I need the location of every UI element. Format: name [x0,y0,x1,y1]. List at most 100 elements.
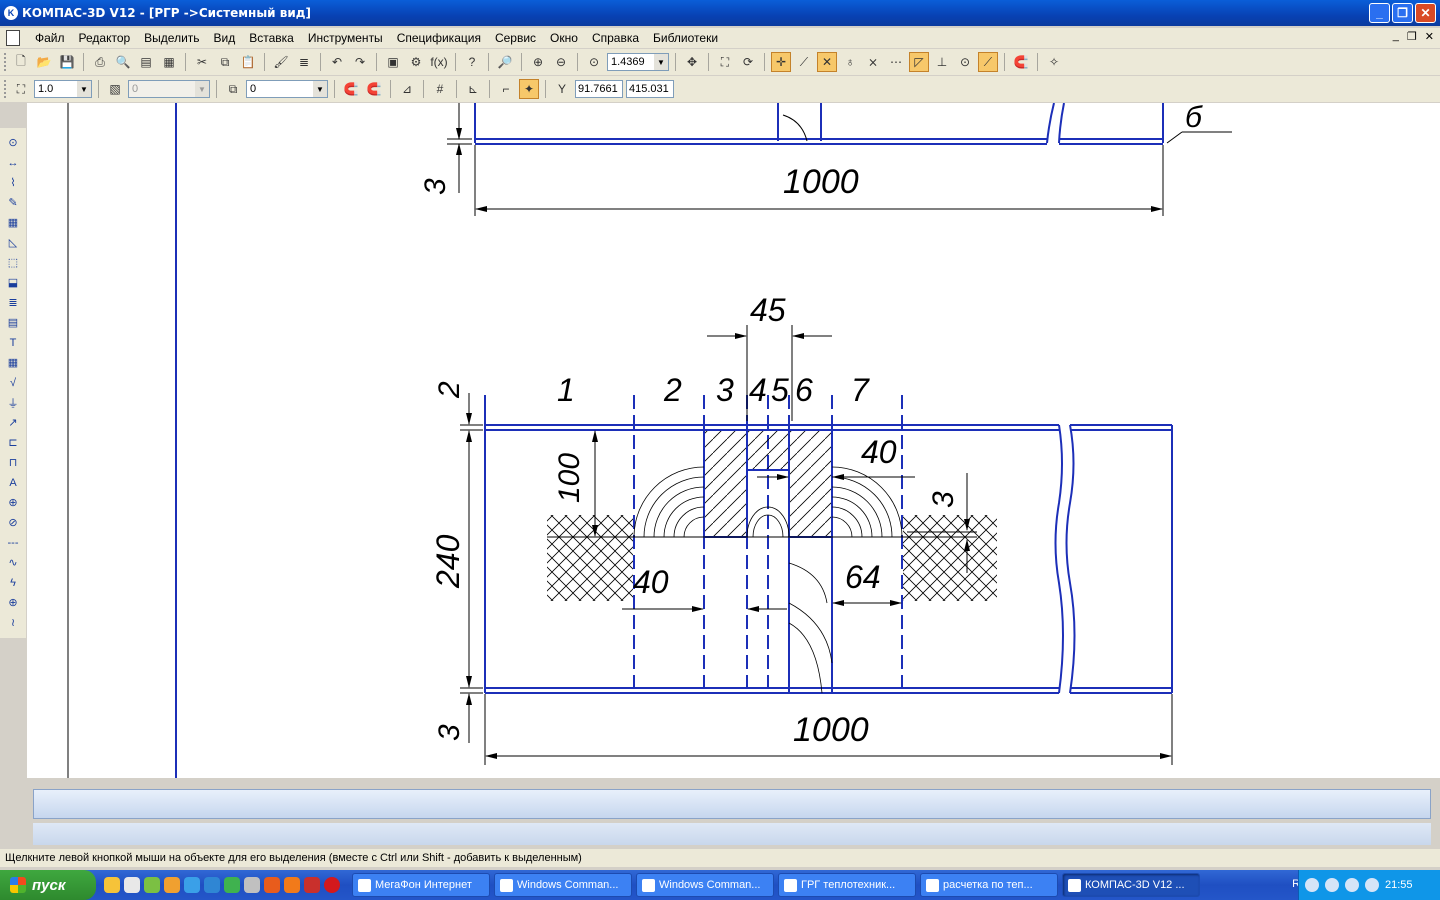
new-file-icon[interactable]: 🗋 [11,52,31,72]
magnet-icon[interactable]: 🧲 [1011,52,1031,72]
format-brush-icon[interactable]: 🖌 [271,52,291,72]
print-preview-icon[interactable]: 🔍 [113,52,133,72]
designations-icon[interactable]: ⌇ [4,174,22,191]
paste-icon[interactable]: 📋 [238,52,258,72]
task-word-doc-2[interactable]: расчетка по теп... [920,873,1058,897]
associative-views-icon[interactable]: ⬓ [4,274,22,291]
selection-icon[interactable]: ⬚ [4,254,22,271]
snap-alignment-icon[interactable]: ⊥ [932,52,952,72]
undo-icon[interactable]: ↶ [327,52,347,72]
browser-icon[interactable] [204,877,220,893]
chevron-down-icon[interactable]: ▼ [313,81,327,97]
dimensions-icon[interactable]: ↔ [4,154,22,171]
avast-icon[interactable] [104,877,120,893]
crosshair-icon[interactable]: ⊕ [4,594,22,611]
cut-icon[interactable]: ✂ [192,52,212,72]
snap-nearest-point-icon[interactable]: ✛ [771,52,791,72]
export-icon[interactable]: ▦ [159,52,179,72]
measurements-icon[interactable]: ◺ [4,234,22,251]
chevron-down-icon[interactable]: ▼ [654,54,668,70]
zoom-in-icon[interactable]: ⊕ [528,52,548,72]
close-button[interactable]: ✕ [1415,3,1436,23]
document-icon[interactable] [6,30,20,46]
save-icon[interactable]: 💾 [57,52,77,72]
network-icon[interactable] [1325,878,1339,892]
task-word-doc-1[interactable]: ГРГ теплотехник... [778,873,916,897]
start-button[interactable]: пуск [0,870,96,900]
floppy-icon[interactable] [304,877,320,893]
drawing[interactable]: б 3 1000 45 1 2 3 4 5 6 7 2 240 100 40 3… [27,103,1440,778]
print-icon[interactable]: ⎙ [90,52,110,72]
task-windows-commander-2[interactable]: Windows Comman... [636,873,774,897]
position-icon[interactable]: ⊏ [4,434,22,451]
ortho-icon[interactable]: ⊿ [397,79,417,99]
restore-button[interactable]: ❐ [1392,3,1413,23]
scale-combo[interactable]: 1.0 ▼ [34,80,92,98]
firefox-icon[interactable] [264,877,280,893]
layers-icon[interactable]: ⧉ [223,79,243,99]
layer-combo[interactable]: 0 ▼ [246,80,328,98]
section-icon[interactable]: ⊓ [4,454,22,471]
opera-icon[interactable] [324,877,340,893]
table-icon[interactable]: ▦ [4,354,22,371]
snap-center-icon[interactable]: ⊙ [955,52,975,72]
refresh-icon[interactable]: ⟳ [738,52,758,72]
wave-line-icon[interactable]: ∿ [4,554,22,571]
local-snap-icon[interactable]: ✧ [1044,52,1064,72]
menu-select[interactable]: Выделить [137,31,206,45]
menu-libraries[interactable]: Библиотеки [646,31,725,45]
show-all-icon[interactable]: ⛶ [715,52,735,72]
copy-icon[interactable]: ⧉ [215,52,235,72]
ie-icon[interactable] [184,877,200,893]
menu-insert[interactable]: Вставка [242,31,301,45]
menu-tools[interactable]: Инструменты [301,31,390,45]
task-windows-commander-1[interactable]: Windows Comman... [494,873,632,897]
local-cs-icon[interactable]: ⊾ [463,79,483,99]
menu-file[interactable]: Файл [28,31,72,45]
redo-icon[interactable]: ↷ [350,52,370,72]
roughness-icon[interactable]: √ [4,374,22,391]
zoom-combo[interactable]: 1.4369 ▼ [607,53,669,71]
snap-normal-icon[interactable]: ⨯ [863,52,883,72]
task-megafon[interactable]: МегаФон Интернет [352,873,490,897]
volume-icon[interactable] [1365,878,1379,892]
chevron-down-icon[interactable]: ▼ [77,81,91,97]
view-icon[interactable]: ▧ [105,79,125,99]
minimize-button[interactable]: _ [1369,3,1390,23]
help-pointer-icon[interactable]: ? [462,52,482,72]
library-manager-icon[interactable]: ⚙ [406,52,426,72]
snap-tangent-icon[interactable]: ♁ [840,52,860,72]
base-icon[interactable]: ⏚ [4,394,22,411]
arrow-view-icon[interactable]: A [4,474,22,491]
parametrization-icon[interactable]: ▦ [4,214,22,231]
mdi-minimize-icon[interactable]: _ [1393,30,1399,43]
text-icon[interactable]: T [4,334,22,351]
menu-window[interactable]: Окно [543,31,585,45]
snap-angle-icon[interactable]: ◸ [909,52,929,72]
magnet-off-icon[interactable]: 🧲 [364,79,384,99]
snap-midpoint-icon[interactable]: ⟋ [794,52,814,72]
scale-icon[interactable]: ⛶ [11,79,31,99]
app-icon[interactable] [244,877,260,893]
zoom-window-icon[interactable]: 🔎 [495,52,515,72]
snap-point-on-curve-icon[interactable]: ⟋ [978,52,998,72]
page-setup-icon[interactable]: ▤ [136,52,156,72]
tool-icon[interactable] [164,877,180,893]
editing-icon[interactable]: ✎ [4,194,22,211]
coord-y-field[interactable]: 415.031 [626,80,674,98]
menu-editor[interactable]: Редактор [72,31,138,45]
snap-toggle-icon[interactable]: ✦ [519,79,539,99]
firefox-alt-icon[interactable] [284,877,300,893]
coord-x-field[interactable]: 91.7661 [575,80,623,98]
leader-icon[interactable]: ↗ [4,414,22,431]
property-field[interactable] [33,789,1431,819]
open-folder-icon[interactable]: 📂 [34,52,54,72]
mdi-close-icon[interactable]: ✕ [1425,30,1434,43]
break-line-icon[interactable]: ≀ [4,614,22,631]
media-player-icon[interactable] [224,877,240,893]
notepad-icon[interactable] [124,877,140,893]
snap-grid-icon[interactable]: ⋯ [886,52,906,72]
drawing-canvas[interactable]: б 3 1000 45 1 2 3 4 5 6 7 2 240 100 40 3… [27,103,1440,778]
zoom-out-icon[interactable]: ⊖ [551,52,571,72]
tray-arrow-icon[interactable] [1305,878,1319,892]
